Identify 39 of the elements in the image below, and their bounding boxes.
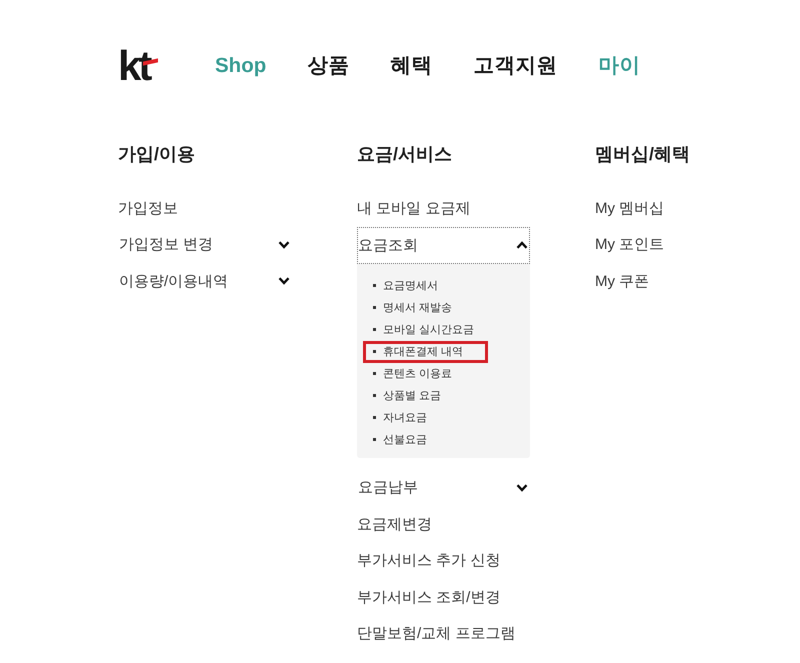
column-heading: 가입/이용: [118, 143, 196, 166]
nav-link[interactable]: 상품: [307, 51, 350, 81]
column-heading: 멤버십/혜택: [595, 143, 690, 166]
chevron-icon: [278, 240, 290, 249]
menu-link[interactable]: 가입정보: [118, 190, 178, 226]
menu-link[interactable]: 부가서비스 조회/변경: [357, 579, 500, 616]
bullet-icon: [373, 438, 376, 441]
chevron-icon: [516, 241, 528, 249]
menu-toggle[interactable]: 요금납부: [357, 470, 530, 506]
menu-link[interactable]: My 포인트: [595, 226, 664, 263]
bullet-icon: [373, 416, 376, 419]
menu-toggle[interactable]: 가입정보 변경: [118, 226, 292, 263]
submenu-link[interactable]: 상품별 요금: [363, 384, 460, 406]
menu-link[interactable]: My 쿠폰: [595, 263, 650, 300]
submenu-link[interactable]: 휴대폰결제 내역: [363, 340, 488, 362]
submenu-link[interactable]: 요금명세서: [363, 274, 456, 296]
submenu-link[interactable]: 자녀요금: [363, 406, 445, 428]
submenu-link[interactable]: 명세서 재발송: [363, 296, 470, 318]
bullet-icon: [373, 394, 376, 397]
menu-link[interactable]: 단말보험/교체 프로그램: [357, 616, 516, 652]
bullet-icon: [373, 350, 376, 353]
menu-link[interactable]: 내 모바일 요금제: [357, 190, 470, 226]
menu-link[interactable]: My 멤버십: [595, 190, 664, 226]
logo[interactable]: kt: [118, 46, 158, 86]
menu-toggle[interactable]: 이용량/이용내역: [118, 263, 292, 300]
bullet-icon: [373, 328, 376, 331]
chevron-icon: [278, 277, 290, 286]
bullet-icon: [373, 306, 376, 309]
column-heading: 요금/서비스: [357, 143, 452, 166]
bullet-icon: [373, 284, 376, 287]
submenu-link[interactable]: 선불요금: [363, 428, 445, 450]
nav-link[interactable]: 고객지원: [473, 51, 558, 81]
nav-link[interactable]: 혜택: [390, 51, 432, 81]
submenu-link[interactable]: 콘텐츠 이용료: [363, 362, 470, 384]
chevron-icon: [516, 484, 528, 492]
submenu-link[interactable]: 모바일 실시간요금: [363, 318, 492, 340]
menu-link[interactable]: 부가서비스 추가 신청: [357, 542, 500, 579]
menu-link[interactable]: 요금제변경: [357, 506, 432, 542]
bullet-icon: [373, 372, 376, 375]
